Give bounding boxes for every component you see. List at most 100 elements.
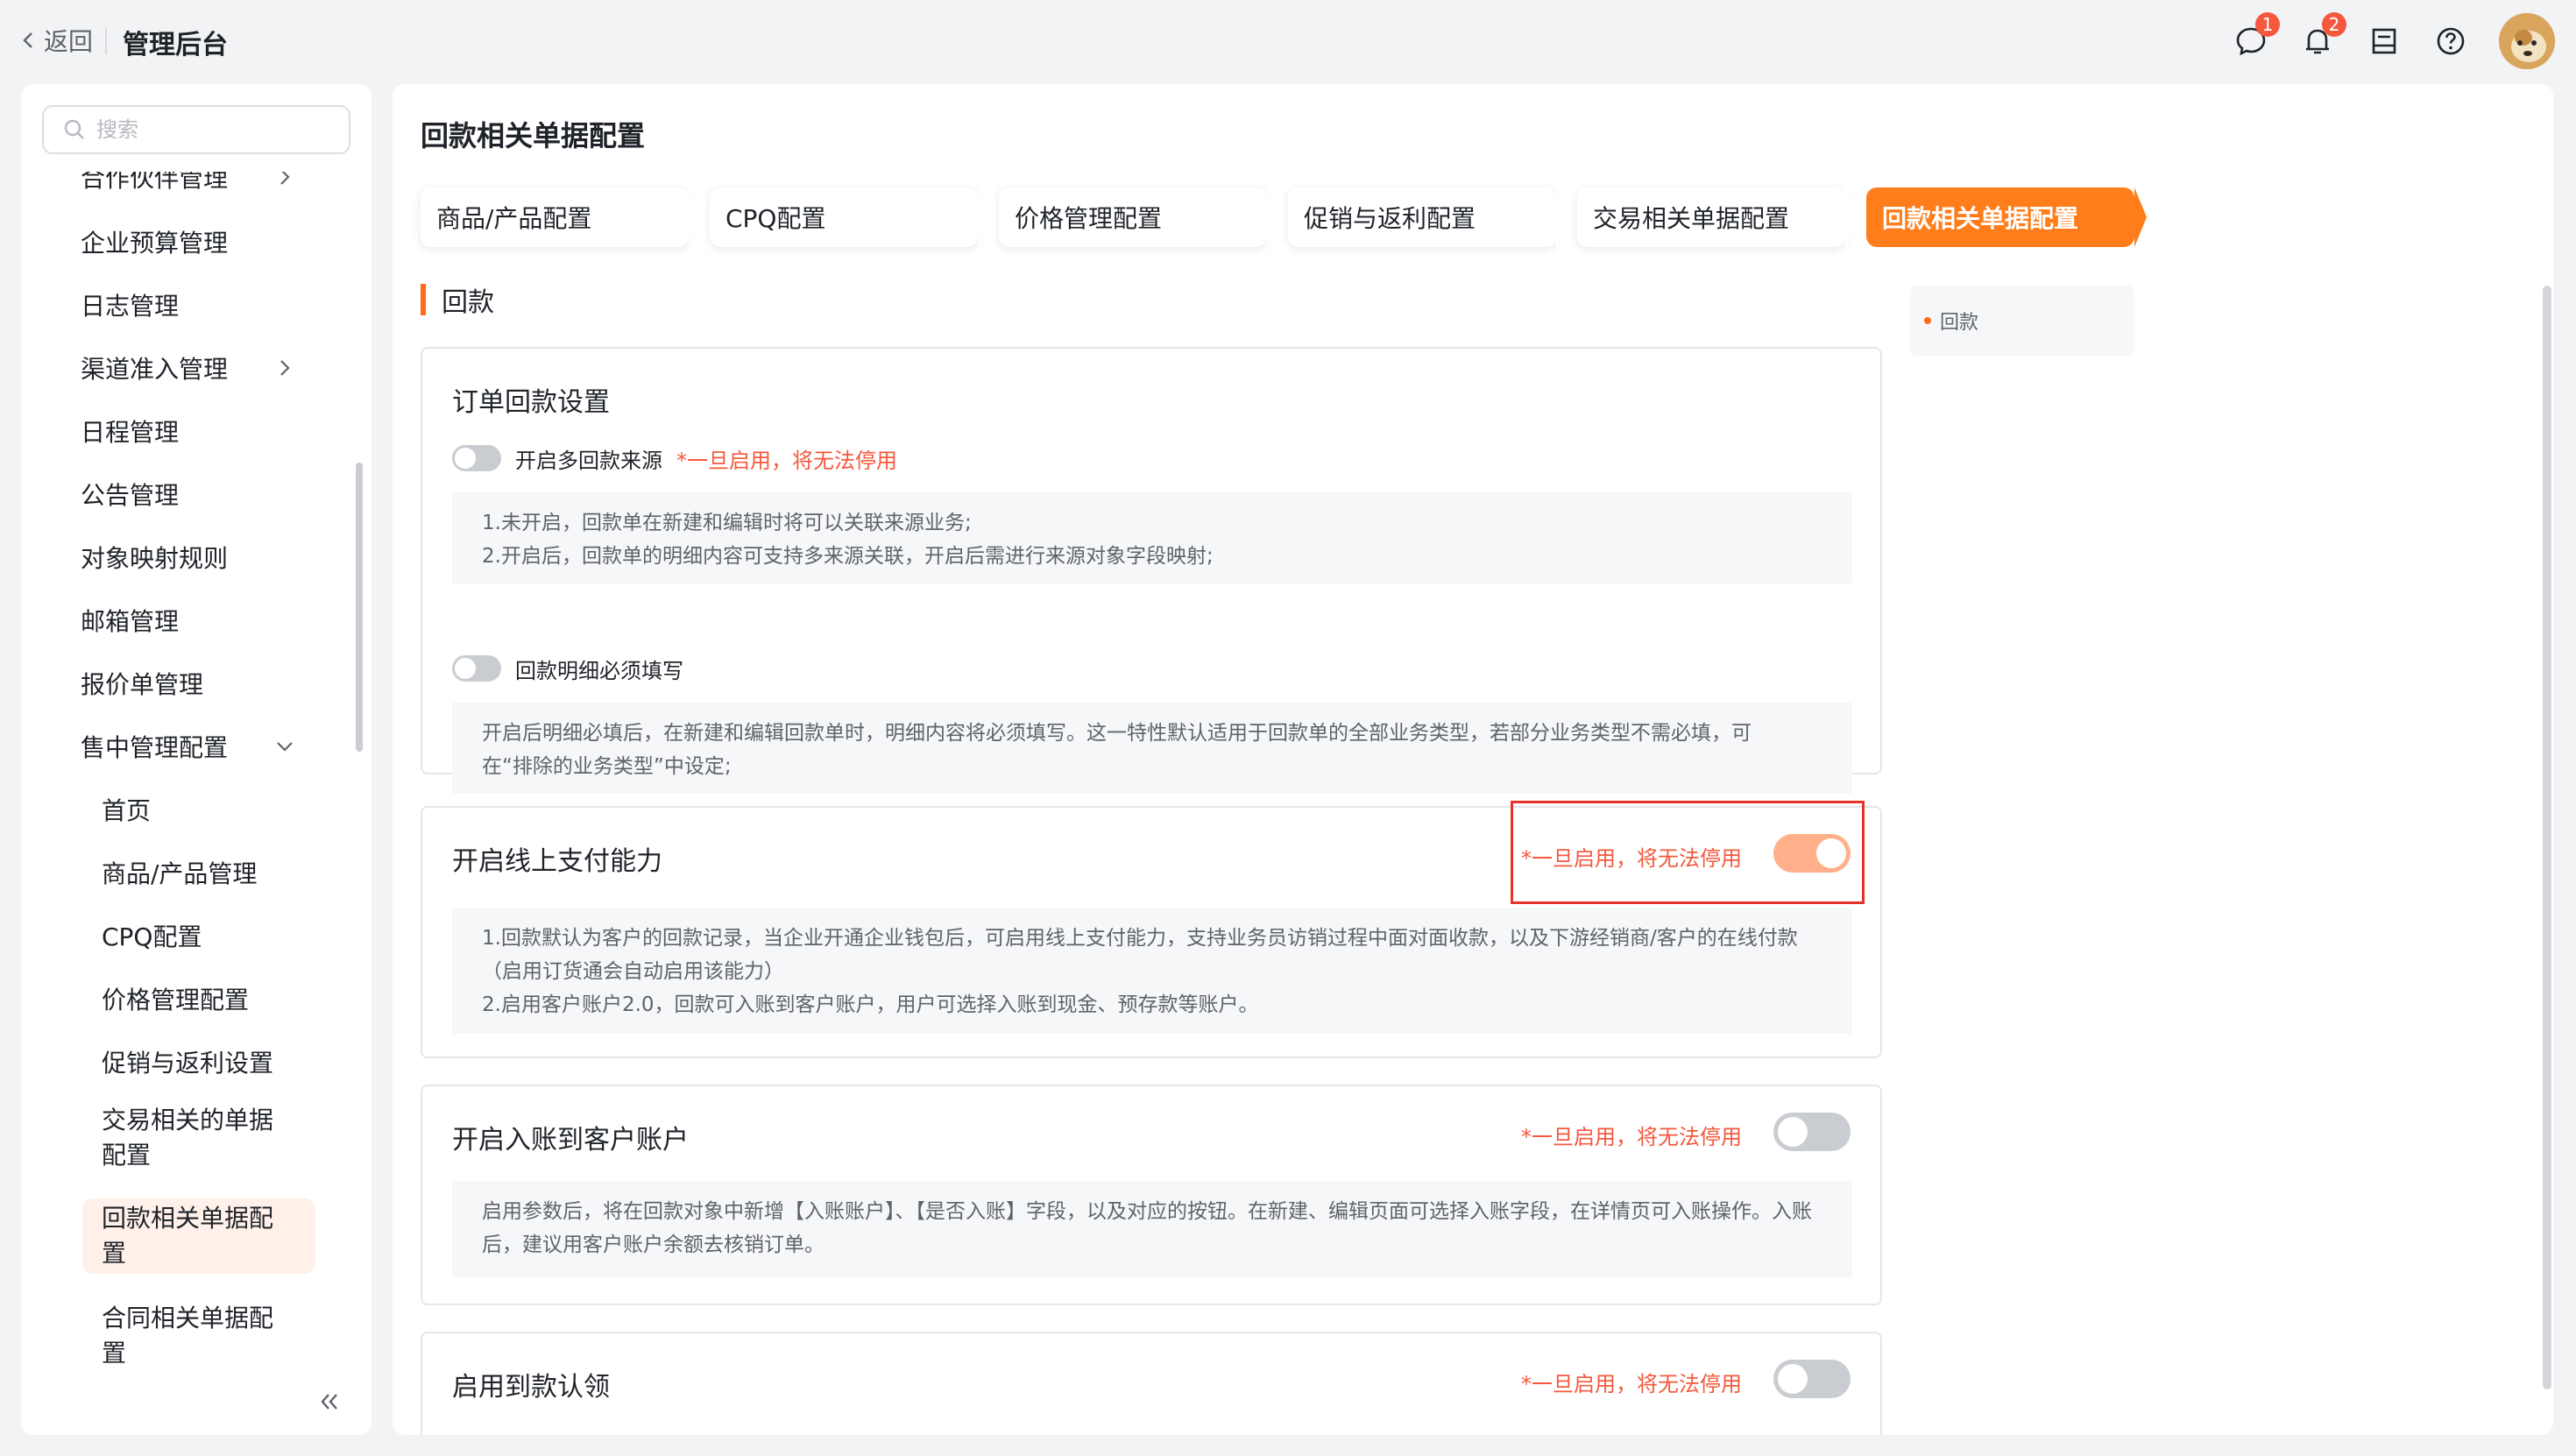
customer-account-card: 开启入账到客户账户 *一旦启用，将无法停用 启用参数后，将在回款对象中新增【入账… — [421, 1085, 1882, 1305]
sidebar-item-payment[interactable]: 回款相关单据配置 — [82, 1198, 315, 1274]
sidebar-item-mapping[interactable]: 对象映射规则 — [21, 531, 354, 583]
sidebar-item-price[interactable]: 价格管理配置 — [21, 972, 354, 1025]
tab-payment-config[interactable]: 回款相关单据配置 — [1866, 187, 2147, 247]
anchor-label: 回款 — [1940, 312, 1979, 334]
section-title: 回款 — [442, 287, 494, 318]
sidebar-item-label: 售中管理配置 — [81, 733, 229, 762]
header-divider — [105, 28, 107, 54]
payment-claim-card: 启用到款认领 *一旦启用，将无法停用 — [421, 1332, 1882, 1435]
sidebar-item-label: 报价单管理 — [81, 670, 204, 699]
detail-required-option: 回款明细必须填写 — [452, 654, 683, 683]
sidebar-item-label: 企业预算管理 — [81, 229, 229, 258]
main-panel: 回款相关单据配置 商品/产品配置 CPQ配置 价格管理配置 促销与返利配置 交易… — [393, 84, 2553, 1435]
tab-promotion-config[interactable]: 促销与返利配置 — [1288, 187, 1568, 247]
section-accent-bar — [421, 284, 426, 315]
back-button[interactable]: 返回 — [19, 23, 93, 58]
help-button[interactable] — [2434, 25, 2467, 58]
highlight-box — [1511, 801, 1865, 904]
sidebar-item-channel[interactable]: 渠道准入管理 — [21, 342, 354, 394]
search-input[interactable] — [95, 117, 340, 143]
inbox-button[interactable] — [2367, 25, 2401, 58]
option-label: 开启多回款来源 — [515, 448, 662, 473]
notification-badge: 2 — [2322, 12, 2346, 37]
sidebar-item-label: 价格管理配置 — [102, 986, 250, 1014]
card-title: 启用到款认领 — [452, 1372, 610, 1403]
notification-button[interactable]: 2 — [2301, 12, 2346, 58]
back-label: 返回 — [44, 27, 94, 56]
sidebar-item-contract[interactable]: 合同相关单据配置 — [21, 1298, 354, 1363]
tab-transaction-config[interactable]: 交易相关单据配置 — [1577, 187, 1858, 247]
detail-required-toggle[interactable] — [452, 655, 501, 682]
search-box[interactable] — [42, 105, 350, 154]
sidebar-item-home[interactable]: 首页 — [21, 783, 354, 836]
page-title: 回款相关单据配置 — [421, 119, 646, 152]
sidebar-item-schedule[interactable]: 日程管理 — [21, 405, 354, 457]
chevron-left-icon — [23, 32, 32, 48]
collapse-sidebar-icon[interactable] — [315, 1388, 343, 1416]
sidebar-item-product[interactable]: 商品/产品管理 — [21, 846, 354, 899]
sidebar-item-label: 公告管理 — [81, 481, 180, 510]
sidebar-item-label: 邮箱管理 — [81, 607, 180, 636]
top-bar: 返回 管理后台 1 2 — [0, 0, 2576, 82]
search-icon — [64, 119, 84, 139]
sidebar-item-label: 首页 — [102, 796, 152, 825]
option-description: 启用参数后，将在回款对象中新增【入账账户】、【是否入账】字段，以及对应的按钮。在… — [452, 1181, 1852, 1277]
sidebar-item-label: 对象映射规则 — [81, 544, 229, 573]
chat-button[interactable]: 1 — [2234, 12, 2280, 58]
sidebar-item-label: 交易相关的单据配置 — [102, 1106, 274, 1170]
sidebar-scrollbar[interactable] — [356, 463, 363, 752]
payment-claim-toggle[interactable] — [1773, 1360, 1851, 1398]
customer-account-toggle[interactable] — [1773, 1113, 1851, 1151]
sidebar-item-label: 回款相关单据配置 — [102, 1204, 274, 1268]
card-title: 开启入账到客户账户 — [452, 1125, 689, 1156]
help-icon — [2437, 27, 2465, 55]
sidebar-item-label: 商品/产品管理 — [102, 859, 258, 888]
sidebar-menu: 合作伙伴管理 企业预算管理 日志管理 渠道准入管理 日程管理 公告管理 对象映射… — [21, 172, 372, 1363]
sidebar: 合作伙伴管理 企业预算管理 日志管理 渠道准入管理 日程管理 公告管理 对象映射… — [21, 84, 372, 1435]
option-description: 开启后明细必填后，在新建和编辑回款单时，明细内容将必须填写。这一特性默认适用于回… — [452, 703, 1852, 794]
tab-cpq-config[interactable]: CPQ配置 — [710, 187, 990, 247]
chevron-right-icon — [280, 360, 290, 376]
sidebar-item-promotion[interactable]: 促销与返利设置 — [21, 1035, 354, 1088]
sidebar-item-quote[interactable]: 报价单管理 — [21, 657, 354, 710]
sidebar-item-announcement[interactable]: 公告管理 — [21, 468, 354, 520]
multi-source-toggle[interactable] — [452, 445, 501, 471]
card-title: 开启线上支付能力 — [452, 846, 662, 877]
sidebar-item-cpq[interactable]: CPQ配置 — [21, 909, 354, 962]
warning-text: *一旦启用，将无法停用 — [1521, 1372, 1742, 1396]
sidebar-item-budget[interactable]: 企业预算管理 — [21, 216, 354, 268]
anchor-nav-item[interactable]: 回款 — [1910, 286, 2134, 356]
chevron-down-icon — [277, 742, 293, 752]
warning-text: *一旦启用，将无法停用 — [1521, 1125, 1742, 1149]
user-avatar[interactable] — [2499, 13, 2555, 69]
tab-product-config[interactable]: 商品/产品配置 — [421, 187, 701, 247]
anchor-dot-icon — [1924, 317, 1931, 324]
sidebar-item-label: CPQ配置 — [102, 922, 202, 951]
warning-text: *一旦启用，将无法停用 — [676, 448, 897, 473]
option-description: 1.回款默认为客户的回款记录，当企业开通企业钱包后，可启用线上支付能力，支持业务… — [452, 908, 1852, 1034]
header-actions: 1 2 — [2201, 11, 2555, 72]
section-header: 回款 — [421, 282, 494, 318]
chevron-right-icon — [280, 172, 290, 185]
order-payment-card: 订单回款设置 开启多回款来源 *一旦启用，将无法停用 1.未开启，回款单在新建和… — [421, 347, 1882, 794]
sidebar-item-label: 合作伙伴管理 — [81, 172, 229, 193]
card-title: 订单回款设置 — [452, 387, 610, 418]
multi-source-option: 开启多回款来源 *一旦启用，将无法停用 — [452, 443, 897, 473]
option-label: 回款明细必须填写 — [515, 658, 683, 683]
main-scrollbar[interactable] — [2543, 286, 2551, 1389]
app-title: 管理后台 — [123, 30, 228, 60]
inbox-icon — [2372, 28, 2396, 54]
sidebar-item-label: 合同相关单据配置 — [102, 1304, 274, 1363]
tab-price-config[interactable]: 价格管理配置 — [999, 187, 1279, 247]
sidebar-item-label: 渠道准入管理 — [81, 355, 229, 384]
sidebar-item-transaction[interactable]: 交易相关的单据配置 — [21, 1100, 354, 1176]
sidebar-item-midsale[interactable]: 售中管理配置 — [21, 720, 354, 773]
sidebar-item-label: 日志管理 — [81, 292, 180, 321]
avatar-image — [2499, 13, 2555, 69]
option-description: 1.未开启，回款单在新建和编辑时将可以关联来源业务; 2.开启后，回款单的明细内… — [452, 492, 1852, 583]
chat-badge: 1 — [2255, 12, 2280, 37]
sidebar-item-log[interactable]: 日志管理 — [21, 279, 354, 331]
sidebar-item-label: 促销与返利设置 — [102, 1049, 274, 1078]
sidebar-item-mailbox[interactable]: 邮箱管理 — [21, 594, 354, 647]
sidebar-item-partner[interactable]: 合作伙伴管理 — [21, 172, 354, 203]
